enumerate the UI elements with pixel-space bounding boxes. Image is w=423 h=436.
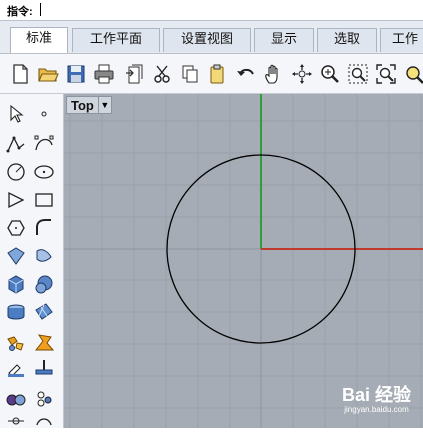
standard-toolbar: [0, 54, 423, 94]
dimension-icon[interactable]: [4, 412, 28, 436]
tab-label: 设置视图: [180, 32, 233, 47]
cut-icon[interactable]: [150, 62, 174, 86]
zoom-selected-icon[interactable]: [402, 62, 423, 86]
explode-icon[interactable]: [4, 330, 28, 354]
tab-label: 标准: [25, 31, 52, 46]
paste-icon[interactable]: [205, 62, 229, 86]
tab-work[interactable]: 工作: [380, 28, 423, 52]
pan-hand-icon[interactable]: [262, 62, 286, 86]
boolean-icon[interactable]: [32, 330, 56, 354]
curve-icon[interactable]: [32, 132, 56, 156]
select-icon[interactable]: [4, 102, 28, 126]
command-caret: [40, 3, 41, 16]
watermark-sub: jingyan.baidu.com: [344, 405, 409, 414]
tab-display[interactable]: 显示: [254, 28, 314, 52]
group-icon[interactable]: [32, 386, 56, 410]
tab-bar: 标准 工作平面 设置视图 显示 选取 工作: [0, 21, 423, 54]
copy-icon[interactable]: [178, 62, 202, 86]
undo-icon[interactable]: [234, 62, 258, 86]
polygon-icon[interactable]: [4, 216, 28, 240]
tab-label: 工作: [391, 32, 418, 47]
command-bar[interactable]: 指令:: [0, 0, 423, 21]
import-icon[interactable]: [122, 62, 146, 86]
watermark-main: Bai 经验: [341, 385, 411, 405]
viewport-canvas[interactable]: [64, 94, 423, 428]
surface-edit-icon[interactable]: [32, 244, 56, 268]
grid: [64, 94, 423, 428]
tab-standard[interactable]: 标准: [10, 27, 68, 53]
extrude-icon[interactable]: [4, 300, 28, 324]
major-grid: [64, 94, 423, 428]
tab-set-view[interactable]: 设置视图: [163, 28, 251, 52]
transform-icon[interactable]: [4, 356, 28, 380]
viewport-name: Top: [71, 97, 94, 113]
solid-box-icon[interactable]: [4, 272, 28, 296]
tab-label: 显示: [270, 32, 297, 47]
zoom-window-icon[interactable]: [346, 62, 370, 86]
circle-icon[interactable]: [4, 160, 28, 184]
arc-misc-icon[interactable]: [32, 412, 56, 436]
main-toolbar: [0, 94, 64, 428]
surface-icon[interactable]: [4, 244, 28, 268]
rotate-view-icon[interactable]: [290, 62, 314, 86]
mesh-icon[interactable]: [32, 300, 56, 324]
analyze-icon[interactable]: [32, 356, 56, 380]
polyline-icon[interactable]: [4, 132, 28, 156]
viewport-title[interactable]: Top ▼: [66, 96, 112, 114]
zoom-icon[interactable]: [318, 62, 342, 86]
tab-cplanes[interactable]: 工作平面: [72, 28, 160, 52]
save-icon[interactable]: [64, 62, 88, 86]
zoom-extents-icon[interactable]: [374, 62, 398, 86]
chevron-down-icon[interactable]: ▼: [97, 97, 111, 113]
fillet-curve-icon[interactable]: [32, 216, 56, 240]
arc-icon[interactable]: [4, 188, 28, 212]
print-icon[interactable]: [92, 62, 116, 86]
tab-label: 工作平面: [89, 32, 142, 47]
rectangle-icon[interactable]: [32, 188, 56, 212]
tab-label: 选取: [333, 32, 360, 47]
point-icon[interactable]: [32, 102, 56, 126]
new-file-icon[interactable]: [8, 62, 32, 86]
solid-sphere-icon[interactable]: [32, 272, 56, 296]
watermark: Bai 经验 jingyan.baidu.com: [342, 381, 411, 414]
top-viewport[interactable]: Top ▼ Bai 经验 jingyan.baidu.com: [64, 94, 423, 428]
command-label: 指令:: [7, 6, 33, 18]
ellipse-icon[interactable]: [32, 160, 56, 184]
open-folder-icon[interactable]: [36, 62, 60, 86]
render-icon[interactable]: [4, 386, 28, 410]
tab-select[interactable]: 选取: [317, 28, 377, 52]
